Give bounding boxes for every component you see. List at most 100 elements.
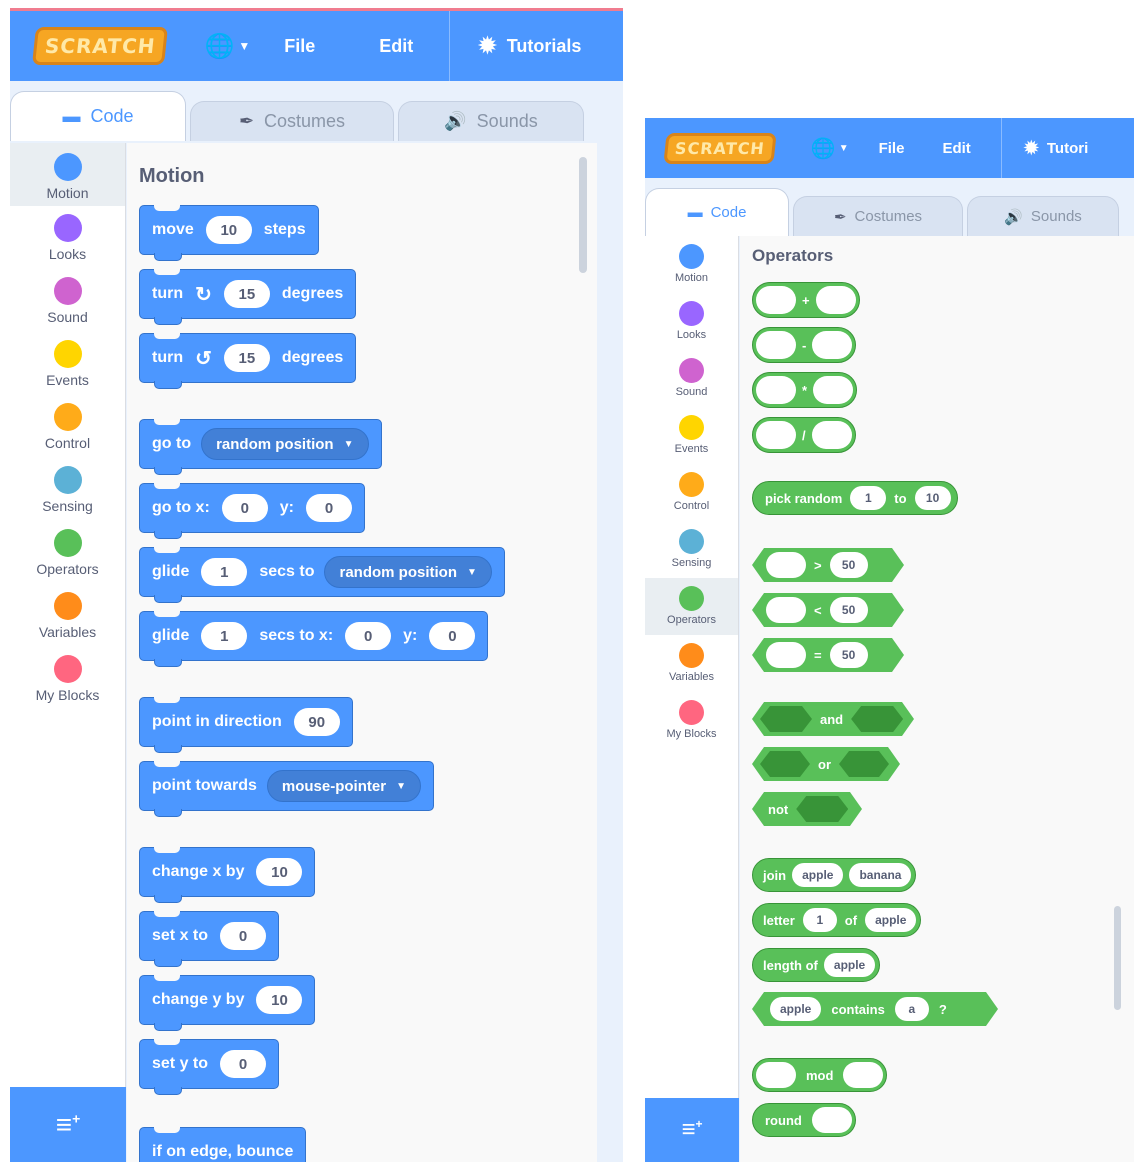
category-variables[interactable]: Variables — [10, 584, 125, 647]
tab-sounds[interactable]: 🔊 Sounds — [967, 196, 1119, 236]
equals-block[interactable]: = 50 — [752, 638, 904, 672]
y-input[interactable]: 0 — [429, 622, 476, 650]
letter-index-input[interactable]: 1 — [802, 908, 837, 932]
join-first-input[interactable]: apple — [792, 863, 844, 887]
edit-menu[interactable]: Edit — [942, 140, 970, 157]
turn-left-block[interactable]: turn ↺ 15 degrees — [139, 333, 357, 389]
category-motion[interactable]: Motion — [645, 236, 738, 293]
category-events[interactable]: Events — [10, 332, 125, 395]
contains-string-input[interactable]: apple — [770, 997, 821, 1021]
operand-input[interactable] — [756, 286, 796, 314]
compare-left-input[interactable] — [766, 597, 806, 623]
target-dropdown[interactable]: random position ▼ — [201, 428, 369, 460]
tutorials-menu[interactable]: ✹ Tutorials — [478, 33, 581, 59]
divide-operator-block[interactable]: / — [752, 417, 856, 453]
operand-input[interactable] — [756, 421, 796, 449]
join-block[interactable]: join apple banana — [752, 858, 917, 892]
contains-sub-input[interactable]: a — [895, 997, 929, 1021]
multiply-operator-block[interactable]: * — [752, 372, 858, 408]
steps-input[interactable]: 10 — [205, 216, 252, 244]
palette-scrollbar[interactable] — [579, 157, 587, 273]
set-y-block[interactable]: set y to 0 — [139, 1039, 280, 1095]
operand-input[interactable] — [756, 331, 796, 359]
category-variables[interactable]: Variables — [645, 635, 738, 692]
subtract-operator-block[interactable]: - — [752, 327, 857, 363]
secs-input[interactable]: 1 — [201, 622, 248, 650]
length-string-input[interactable]: apple — [823, 953, 876, 977]
tab-code[interactable]: ▬ Code — [645, 188, 789, 236]
operand-input[interactable] — [813, 376, 854, 404]
category-looks[interactable]: Looks — [10, 206, 125, 269]
category-motion[interactable]: Motion — [10, 143, 125, 206]
category-my-blocks[interactable]: My Blocks — [645, 692, 738, 749]
go-to-xy-block[interactable]: go to x: 0 y: 0 — [139, 483, 365, 539]
add-operator-block[interactable]: + — [752, 282, 860, 318]
point-towards-block[interactable]: point towards mouse-pointer ▼ — [139, 761, 434, 817]
greater-than-block[interactable]: > 50 — [752, 548, 904, 582]
category-sound[interactable]: Sound — [10, 269, 125, 332]
y-input[interactable]: 0 — [306, 494, 352, 522]
category-sensing[interactable]: Sensing — [10, 458, 125, 521]
letter-of-block[interactable]: letter 1 of apple — [752, 903, 922, 937]
set-x-input[interactable]: 0 — [220, 922, 267, 950]
glide-xy-block[interactable]: glide 1 secs to x: 0 y: 0 — [139, 611, 489, 667]
change-y-input[interactable]: 10 — [256, 986, 303, 1014]
boolean-slot[interactable] — [796, 796, 848, 822]
boolean-slot[interactable] — [851, 706, 903, 732]
boolean-slot[interactable] — [839, 751, 889, 777]
join-second-input[interactable]: banana — [849, 863, 912, 887]
towards-dropdown[interactable]: mouse-pointer ▼ — [266, 770, 421, 802]
operand-input[interactable] — [812, 331, 853, 359]
boolean-slot[interactable] — [760, 751, 810, 777]
language-menu[interactable]: 🌐 ▼ — [811, 136, 849, 161]
operand-input[interactable] — [811, 421, 852, 449]
compare-right-input[interactable]: 50 — [830, 597, 868, 623]
target-dropdown[interactable]: random position ▼ — [324, 556, 492, 588]
random-from-input[interactable]: 1 — [850, 486, 887, 510]
change-y-block[interactable]: change y by 10 — [139, 975, 316, 1031]
language-menu[interactable]: 🌐 ▼ — [204, 32, 250, 61]
operand-input[interactable] — [843, 1062, 884, 1088]
if-on-edge-bounce-block[interactable]: if on edge, bounce — [139, 1127, 307, 1162]
add-extension-button[interactable]: ≡+ — [645, 1098, 739, 1162]
set-y-input[interactable]: 0 — [220, 1050, 267, 1078]
not-block[interactable]: not — [752, 792, 862, 826]
x-input[interactable]: 0 — [345, 622, 392, 650]
scratch-logo[interactable]: SCRATCH — [663, 132, 777, 164]
compare-left-input[interactable] — [766, 642, 806, 668]
tutorials-menu[interactable]: ✹ Tutori — [1024, 138, 1088, 159]
palette-scrollbar[interactable] — [1114, 906, 1121, 1010]
contains-block[interactable]: apple contains a ? — [752, 992, 998, 1026]
tab-sounds[interactable]: 🔊 Sounds — [398, 101, 584, 141]
file-menu[interactable]: File — [879, 140, 905, 157]
random-to-input[interactable]: 10 — [914, 486, 951, 510]
x-input[interactable]: 0 — [221, 494, 268, 522]
move-steps-block[interactable]: move 10 steps — [139, 205, 319, 261]
direction-input[interactable]: 90 — [293, 708, 340, 736]
glide-to-block[interactable]: glide 1 secs to random position ▼ — [139, 547, 505, 603]
mod-block[interactable]: mod — [752, 1058, 888, 1092]
boolean-slot[interactable] — [760, 706, 812, 732]
operand-input[interactable] — [811, 1107, 852, 1133]
category-operators[interactable]: Operators — [10, 521, 125, 584]
length-of-block[interactable]: length of apple — [752, 948, 881, 982]
round-block[interactable]: round — [752, 1103, 856, 1137]
or-block[interactable]: or — [752, 747, 900, 781]
change-x-input[interactable]: 10 — [256, 858, 303, 886]
operand-input[interactable] — [815, 286, 856, 314]
set-x-block[interactable]: set x to 0 — [139, 911, 280, 967]
operand-input[interactable] — [756, 376, 796, 404]
add-extension-button[interactable]: ≡+ — [10, 1087, 126, 1162]
tab-costumes[interactable]: ✒ Costumes — [190, 101, 394, 141]
change-x-block[interactable]: change x by 10 — [139, 847, 316, 903]
compare-right-input[interactable]: 50 — [830, 642, 868, 668]
go-to-block[interactable]: go to random position ▼ — [139, 419, 382, 475]
less-than-block[interactable]: < 50 — [752, 593, 904, 627]
degrees-input[interactable]: 15 — [223, 280, 270, 308]
degrees-input[interactable]: 15 — [223, 344, 270, 372]
scratch-logo[interactable]: SCRATCH — [32, 27, 169, 65]
turn-right-block[interactable]: turn ↻ 15 degrees — [139, 269, 357, 325]
category-my-blocks[interactable]: My Blocks — [10, 647, 125, 710]
edit-menu[interactable]: Edit — [379, 36, 413, 57]
point-in-direction-block[interactable]: point in direction 90 — [139, 697, 353, 753]
